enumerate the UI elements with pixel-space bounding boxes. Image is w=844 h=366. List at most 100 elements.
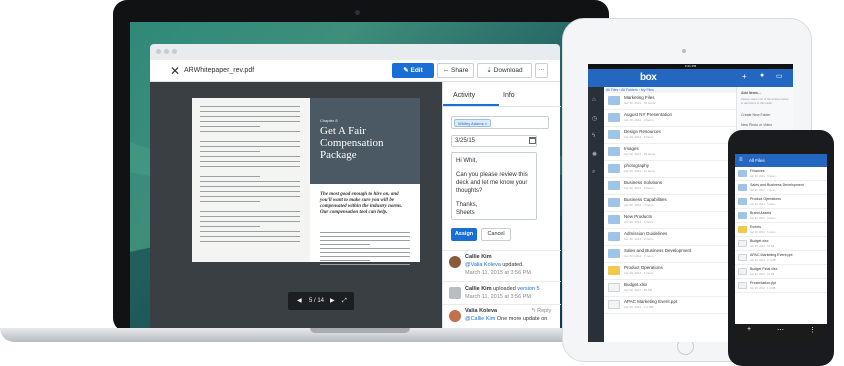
download-button[interactable]: ⇣ Download (477, 63, 532, 78)
list-item[interactable]: Sales and Business Development Apr 30, 20… (735, 181, 827, 195)
list-item[interactable]: Presentation.ppt Apr 30, 2014 · 1.4 MB (735, 279, 827, 293)
file-meta: Apr 30, 2014 · 11 items (624, 169, 655, 173)
list-item[interactable]: Admission Guidelines Apr 30, 2014 · 2 ite… (604, 229, 736, 246)
fullscreen-icon[interactable]: ⤢ (342, 292, 347, 310)
feed-timestamp: March 11, 2015 at 3:56 PM (465, 270, 531, 276)
list-item[interactable]: Brand Assets Apr 30, 2014 · 4 items (735, 209, 827, 223)
cancel-button[interactable]: Cancel (481, 228, 511, 241)
file-meta: Apr 30, 2014 · 7 items (750, 188, 776, 192)
text-line (200, 131, 300, 133)
chapter-label: Chapter 8 (320, 118, 338, 123)
list-item[interactable]: Events Apr 30, 2014 · 6 items (735, 223, 827, 237)
file-version-icon (449, 287, 461, 299)
feed-action: @Valia Koleva updated. (465, 262, 524, 269)
file-name: Sales and Business Development (624, 248, 692, 253)
tab-info[interactable]: Info (503, 92, 515, 99)
list-item[interactable]: August NY Presentation Apr 30, 2014 · 4 i… (604, 110, 736, 127)
list-item[interactable]: Sales and Business Development Apr 30, 20… (604, 246, 736, 263)
text-line (200, 176, 260, 178)
file-meta: Apr 30, 2014 · 1.4 MB (750, 286, 776, 290)
action-new-photo[interactable]: New Photo or Video (741, 123, 772, 127)
preview-app: ✕ ARWhitepaper_rev.pdf ✎ Edit ⇔ Share ⇣ … (150, 60, 561, 328)
assignee-input[interactable]: Whitey Adams × (451, 116, 549, 129)
list-item[interactable]: APAC Marketing Event.ppt Apr 30, 2014 · 2… (604, 297, 736, 314)
more-options-button[interactable]: ··· (535, 63, 548, 78)
list-item[interactable]: photography Apr 30, 2014 · 11 items (604, 161, 736, 178)
list-item[interactable]: Budget.xlsx Apr 30, 2014 · 64 KB (604, 280, 736, 297)
calendar-icon[interactable] (529, 137, 536, 144)
window-dot-icon[interactable] (172, 49, 177, 54)
search-icon[interactable]: ⌕ (592, 169, 595, 176)
text-line (200, 196, 300, 198)
action-create-folder[interactable]: Create New Folder (741, 113, 770, 117)
recent-icon[interactable]: ◷ (592, 115, 597, 122)
file-meta: Apr 30, 2014 · 64 KB (750, 244, 775, 248)
file-meta: Apr 30, 2014 · 6 items (750, 230, 776, 234)
laptop-notch (310, 328, 410, 333)
list-item[interactable]: Product Operations Apr 30, 2014 · 5 items (604, 263, 736, 280)
text-line (320, 256, 410, 258)
file-meta: Apr 30, 2014 · 64 KB (624, 288, 653, 292)
share-button[interactable]: ⇔ Share (437, 63, 474, 78)
close-icon[interactable]: ✕ (170, 64, 180, 78)
task-message-field[interactable]: Hi Whit, Can you please review this deck… (451, 152, 537, 220)
list-item[interactable]: Design Resources Apr 30, 2014 · 8 items (604, 127, 736, 144)
user-icon[interactable]: ● (760, 72, 764, 79)
file-name: ARWhitepaper_rev.pdf (184, 67, 255, 74)
pull-quote: The most good enough to hire on, and you… (320, 192, 403, 215)
list-item[interactable]: APAC Marketing Event.ppt Apr 30, 2014 · 2… (735, 251, 827, 265)
feed-divider (443, 304, 561, 305)
folder-icon[interactable]: ▭ (776, 72, 783, 80)
menu-icon[interactable]: ≡ (739, 154, 743, 167)
mention-link[interactable]: @Callie Kim (465, 316, 495, 322)
feed-author[interactable]: Callie Kim (465, 286, 492, 292)
window-dot-icon[interactable] (156, 49, 161, 54)
list-item[interactable]: Business Solutions Apr 30, 2014 · 6 items (604, 178, 736, 195)
assign-button[interactable]: Assign (451, 228, 477, 241)
file-name: photography (624, 163, 650, 168)
feed-divider (443, 281, 561, 282)
edit-button[interactable]: ✎ Edit (392, 63, 434, 78)
feed-action: Callie Kim uploaded version 5 (465, 286, 540, 293)
feed-author[interactable]: Valia Koleva (465, 308, 497, 315)
tablet-file-list: Marketing Files Apr 30, 2014 · 15 items Au… (604, 93, 736, 342)
prev-page-icon[interactable]: ◀ (297, 292, 302, 310)
list-item[interactable]: Business Capabilities Apr 30, 2014 · 3 it… (604, 195, 736, 212)
settings-icon[interactable]: ✺ (592, 151, 597, 158)
list-item[interactable]: New Products Apr 30, 2014 · 9 items (604, 212, 736, 229)
mention-link[interactable]: @Valia Koleva (465, 262, 501, 268)
next-page-icon[interactable]: ▶ (330, 292, 335, 310)
text-line (200, 236, 300, 238)
phone-action-bar: + ⋯ ⋮ (735, 324, 827, 340)
file-name: Events (750, 225, 761, 229)
feed-author[interactable]: Callie Kim (465, 254, 492, 261)
text-line (200, 166, 300, 168)
list-item[interactable]: Finances Apr 30, 2014 · 3 items (735, 167, 827, 181)
list-item[interactable]: Marketing Files Apr 30, 2014 · 15 items (604, 93, 736, 110)
window-dot-icon[interactable] (164, 49, 169, 54)
list-item[interactable]: Budget.xlsx Apr 30, 2014 · 64 KB (735, 237, 827, 251)
add-icon[interactable]: + (742, 72, 747, 81)
file-name: Presentation.ppt (750, 281, 777, 285)
list-item[interactable]: Images Apr 30, 2014 · 22 items (604, 144, 736, 161)
version-link[interactable]: version 5 (517, 286, 539, 292)
text-line (200, 216, 300, 218)
due-date-field[interactable]: 3/25/15 (451, 135, 537, 147)
add-icon[interactable]: + (747, 326, 751, 333)
assignee-chip[interactable]: Whitey Adams × (454, 119, 492, 127)
text-line (200, 146, 300, 148)
bolt-icon[interactable]: ϟ (592, 133, 595, 139)
folder-icon (738, 212, 747, 219)
tab-activity[interactable]: Activity (453, 92, 475, 99)
file-icon (738, 282, 747, 289)
text-line (200, 201, 260, 203)
list-item[interactable]: Product Operations Apr 30, 2014 · 5 items (735, 195, 827, 209)
window-titlebar (150, 44, 560, 60)
share-icon[interactable]: ⋯ (777, 326, 784, 334)
home-icon[interactable]: ⌂ (592, 97, 596, 103)
overflow-menu-icon[interactable]: ⋮ (809, 326, 816, 334)
reply-button[interactable]: ↰ Reply (531, 308, 551, 315)
list-item[interactable]: Budget Final.xlsx Apr 30, 2014 · 71 KB (735, 265, 827, 279)
chapter-title: Get A Fair Compensation Package (320, 125, 384, 161)
text-line (320, 260, 370, 262)
